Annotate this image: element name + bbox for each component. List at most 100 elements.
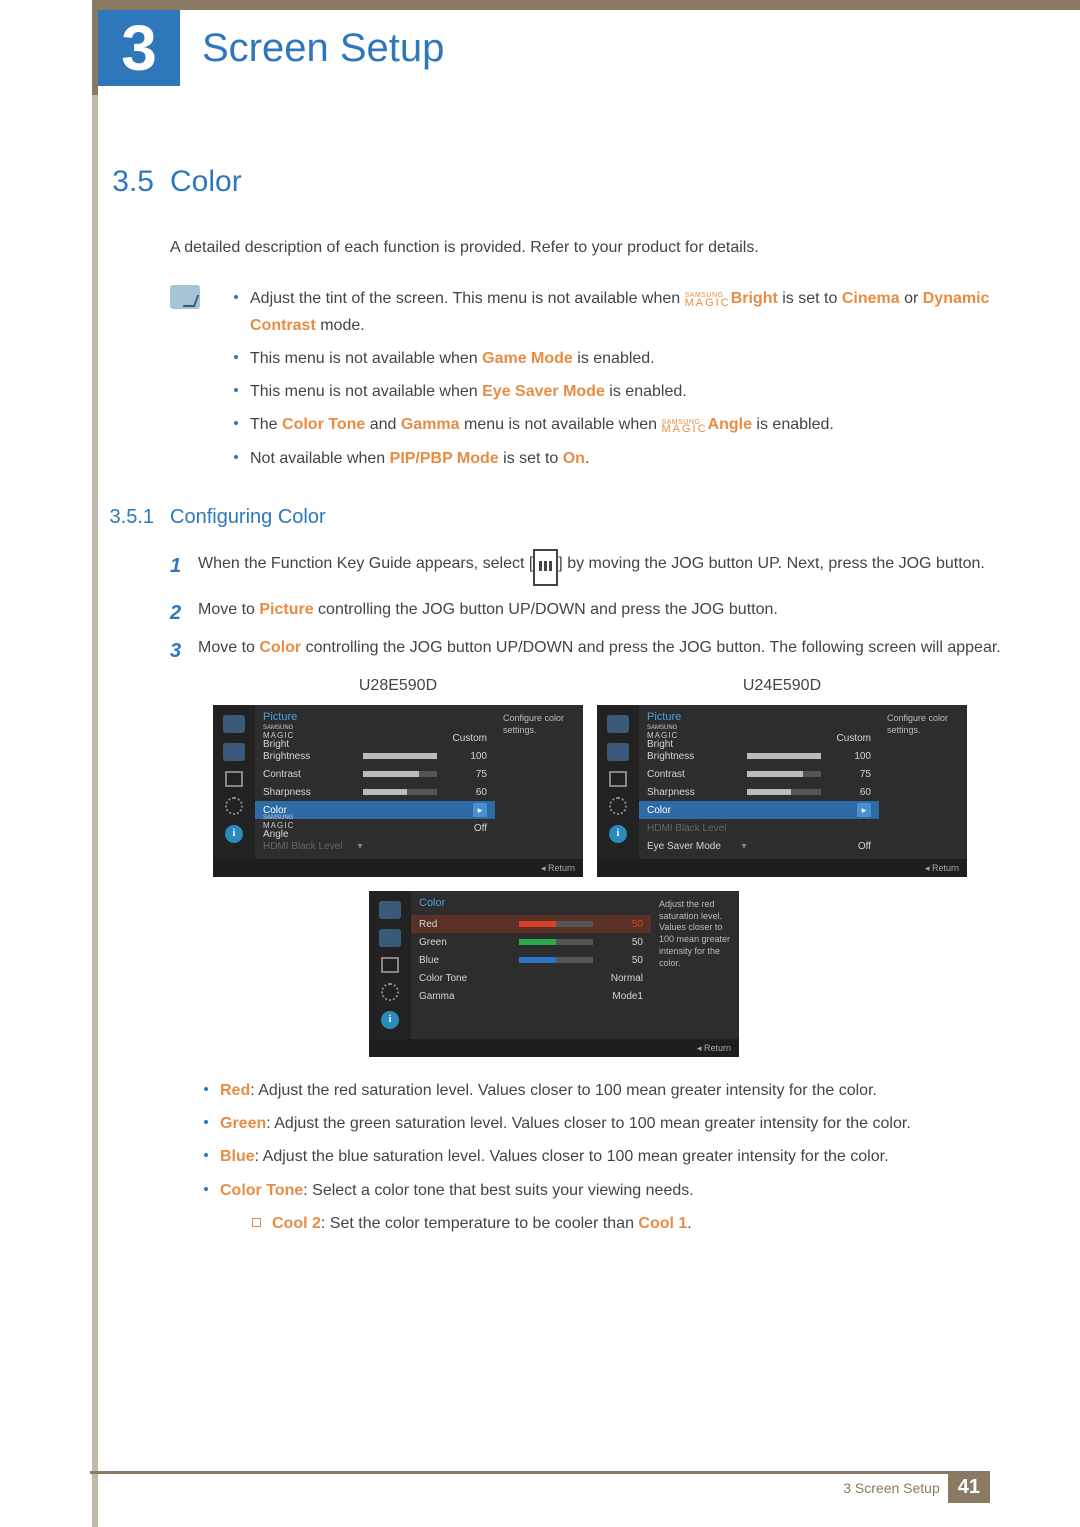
subsection-number: 3.5.1: [98, 506, 154, 529]
highlight: Game Mode: [482, 350, 573, 367]
list-item: Green: Adjust the green saturation level…: [198, 1110, 1010, 1137]
text: Not available when: [250, 450, 390, 467]
arrow-right-icon: ▸: [857, 803, 871, 817]
highlight: Gamma: [401, 416, 460, 433]
osd-row: Contrast 75: [263, 765, 487, 783]
osd-row: Eye Saver Mode▾ Off: [647, 837, 871, 855]
osd-row: Blue 50: [419, 951, 643, 969]
picture-icon: [379, 901, 401, 919]
highlight: On: [563, 450, 585, 467]
resize-icon: [225, 771, 243, 787]
note-list: Adjust the tint of the screen. This menu…: [228, 285, 1010, 472]
nested-item: Cool 2: Set the color temperature to be …: [248, 1210, 1010, 1237]
text: This menu is not available when: [250, 383, 482, 400]
osd-title: Picture: [263, 711, 487, 723]
highlight: Bright: [731, 290, 778, 307]
text: The: [250, 416, 282, 433]
step-item: Move to Picture controlling the JOG butt…: [170, 596, 1010, 625]
samsung-magic-brand: SAMSUNGMAGIC: [661, 420, 707, 434]
info-icon: i: [381, 1011, 399, 1029]
footer-text: 3 Screen Setup: [843, 1480, 940, 1496]
osd-row: Sharpness 60: [263, 783, 487, 801]
osd-main: Color Red 50 Green 50 Blue 50: [411, 891, 651, 1039]
text: Adjust the tint of the screen. This menu…: [250, 290, 685, 307]
osd-hint: Adjust the red saturation level. Values …: [651, 891, 739, 1039]
page-number: 41: [948, 1472, 990, 1503]
text: menu is not available when: [460, 416, 662, 433]
intro-paragraph: A detailed description of each function …: [98, 235, 1010, 261]
list-item: Red: Adjust the red saturation level. Va…: [198, 1077, 1010, 1104]
step-item: When the Function Key Guide appears, sel…: [170, 549, 1010, 586]
osd-row: Sharpness 60: [647, 783, 871, 801]
content: 3.5 Color A detailed description of each…: [98, 95, 1080, 1237]
display-icon: [379, 929, 401, 947]
osd-row: Green 50: [419, 933, 643, 951]
osd-screen: i Color Red 50 Green 50 Blue: [369, 891, 739, 1039]
osd-sidebar: i: [597, 705, 639, 859]
osd-row-disabled: HDMI Black Level: [647, 819, 871, 837]
highlight: Angle: [708, 416, 752, 433]
text: Move to: [198, 639, 259, 656]
osd-main: Picture SAMSUNGMAGICBright Custom Bright…: [639, 705, 879, 859]
osd-row: Color Tone Normal: [419, 969, 643, 987]
model-label: U24E590D: [597, 677, 967, 695]
samsung-magic-brand: SAMSUNGMAGIC: [685, 293, 731, 307]
model-label: U28E590D: [213, 677, 583, 695]
note-item: Not available when PIP/PBP Mode is set t…: [228, 445, 1010, 472]
section-title: Color: [170, 165, 1010, 199]
picture-icon: [607, 715, 629, 733]
osd-hint: Configure color settings.: [879, 705, 967, 859]
osd-hint: Configure color settings.: [495, 705, 583, 859]
note-item: This menu is not available when Eye Save…: [228, 378, 1010, 405]
highlight: PIP/PBP Mode: [390, 450, 499, 467]
chapter-number-box: 3: [98, 10, 180, 86]
osd-row: Contrast 75: [647, 765, 871, 783]
subsection-heading: 3.5.1 Configuring Color: [98, 506, 1010, 529]
display-icon: [607, 743, 629, 761]
osd-title: Picture: [647, 711, 871, 723]
osd-row-selected: Red 50: [411, 915, 651, 933]
page: 3 Screen Setup 3.5 Color A detailed desc…: [0, 0, 1080, 1527]
note-block: Adjust the tint of the screen. This menu…: [98, 285, 1010, 472]
text: and: [365, 416, 401, 433]
text: is enabled.: [752, 416, 834, 433]
text: is set to: [778, 290, 842, 307]
osd-row: Brightness 100: [647, 747, 871, 765]
display-icon: [223, 743, 245, 761]
text: When the Function Key Guide appears, sel…: [198, 555, 533, 572]
osd-preview-pair: U28E590D i Picture SAMSUNGMAGICBright: [98, 677, 1010, 877]
color-description-list: Red: Adjust the red saturation level. Va…: [98, 1077, 1010, 1237]
osd-sidebar: i: [369, 891, 411, 1039]
note-icon: [170, 285, 200, 309]
osd-color-submenu: i Color Red 50 Green 50 Blue: [369, 891, 739, 1057]
osd-row: SAMSUNGMAGICBright Custom: [647, 729, 871, 747]
page-footer: 3 Screen Setup 41: [90, 1471, 990, 1501]
text: ] by moving the JOG button UP. Next, pre…: [558, 555, 985, 572]
osd-sidebar: i: [213, 705, 255, 859]
note-item: This menu is not available when Game Mod…: [228, 345, 1010, 372]
steps-list: When the Function Key Guide appears, sel…: [98, 549, 1010, 663]
osd-column-left: U28E590D i Picture SAMSUNGMAGICBright: [213, 677, 583, 877]
osd-return-bar: ◂ Return: [369, 1039, 739, 1057]
chapter-header: 3 Screen Setup: [98, 0, 1080, 95]
text: is enabled.: [573, 350, 655, 367]
section-number: 3.5: [98, 165, 154, 199]
settings-icon: [381, 983, 399, 1001]
list-item: Color Tone: Select a color tone that bes…: [198, 1177, 1010, 1237]
osd-row: SAMSUNGMAGICBright Custom: [263, 729, 487, 747]
list-item: Blue: Adjust the blue saturation level. …: [198, 1143, 1010, 1170]
osd-return-bar: ◂ Return: [213, 859, 583, 877]
osd-row-disabled: HDMI Black Level▾: [263, 837, 487, 855]
text: controlling the JOG button UP/DOWN and p…: [314, 601, 778, 618]
menu-icon: [533, 549, 558, 586]
osd-column-right: U24E590D i Picture SAMSUNGMAGICBright: [597, 677, 967, 877]
text: mode.: [316, 317, 365, 334]
settings-icon: [609, 797, 627, 815]
osd-return-bar: ◂ Return: [597, 859, 967, 877]
subsection-title: Configuring Color: [170, 506, 1010, 529]
text: controlling the JOG button UP/DOWN and p…: [301, 639, 1001, 656]
osd-title: Color: [419, 897, 643, 909]
settings-icon: [225, 797, 243, 815]
resize-icon: [609, 771, 627, 787]
info-icon: i: [609, 825, 627, 843]
